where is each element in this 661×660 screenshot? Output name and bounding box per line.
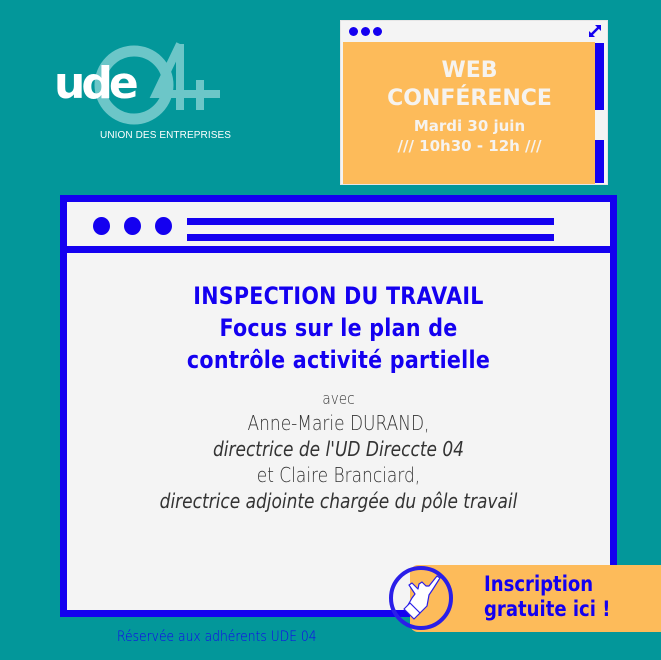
window-dots-icon	[349, 27, 382, 36]
event-headline: INSPECTION DU TRAVAIL Focus sur le plan …	[105, 280, 572, 376]
conference-title-line2: CONFÉRENCE	[387, 86, 552, 111]
headline-line-2: Focus sur le plan de	[219, 314, 458, 342]
members-only-note: Réservée aux adhérents UDE 04	[117, 629, 317, 645]
registration-label: Inscription gratuite ici !	[484, 572, 610, 622]
pointing-hand-icon[interactable]	[388, 565, 454, 631]
main-window-titlebar	[67, 202, 610, 253]
expand-arrows-icon[interactable]	[588, 24, 602, 38]
logo-wordmark: ude	[54, 58, 137, 109]
headline-line-3: contrôle activité partielle	[186, 346, 491, 374]
scrollbar[interactable]	[595, 42, 604, 184]
main-window: INSPECTION DU TRAVAIL Focus sur le plan …	[60, 195, 617, 617]
conference-date: Mardi 30 juin	[413, 117, 526, 135]
window-dots-icon	[93, 217, 172, 235]
speakers-block: avec Anne-Marie DURAND, directrice de l'…	[108, 388, 570, 514]
conference-time: /// 10h30 - 12h ///	[397, 137, 542, 155]
registration-label-line-1: Inscription	[484, 572, 594, 596]
logo-subtitle: UNION DES ENTREPRISES	[100, 130, 232, 141]
registration-label-line-2: gratuite ici !	[484, 597, 611, 621]
conference-window: WEB CONFÉRENCE Mardi 30 juin /// 10h30 -…	[340, 20, 608, 185]
headline-line-1: INSPECTION DU TRAVAIL	[193, 282, 484, 310]
main-window-content: INSPECTION DU TRAVAIL Focus sur le plan …	[67, 253, 610, 514]
menu-lines-icon	[187, 218, 554, 250]
logo-graphic: ude	[54, 42, 220, 125]
conference-window-titlebar	[341, 21, 607, 42]
speaker-2-role: directrice adjointe chargée du pôle trav…	[159, 489, 518, 513]
scrollbar-thumb-bottom[interactable]	[595, 140, 604, 183]
speaker-1-role: directrice de l'UD Direccte 04	[212, 437, 464, 461]
ude04-logo: ude UNION DES ENTREPRISES	[52, 40, 232, 150]
speakers-intro: avec	[322, 389, 355, 408]
speaker-2-name: et Claire Branciard,	[256, 463, 421, 487]
speaker-1-name: Anne-Marie DURAND,	[247, 411, 430, 435]
conference-title-line1: WEB	[441, 58, 498, 83]
conference-banner: WEB CONFÉRENCE Mardi 30 juin /// 10h30 -…	[343, 42, 596, 184]
scrollbar-thumb-top[interactable]	[595, 43, 604, 110]
